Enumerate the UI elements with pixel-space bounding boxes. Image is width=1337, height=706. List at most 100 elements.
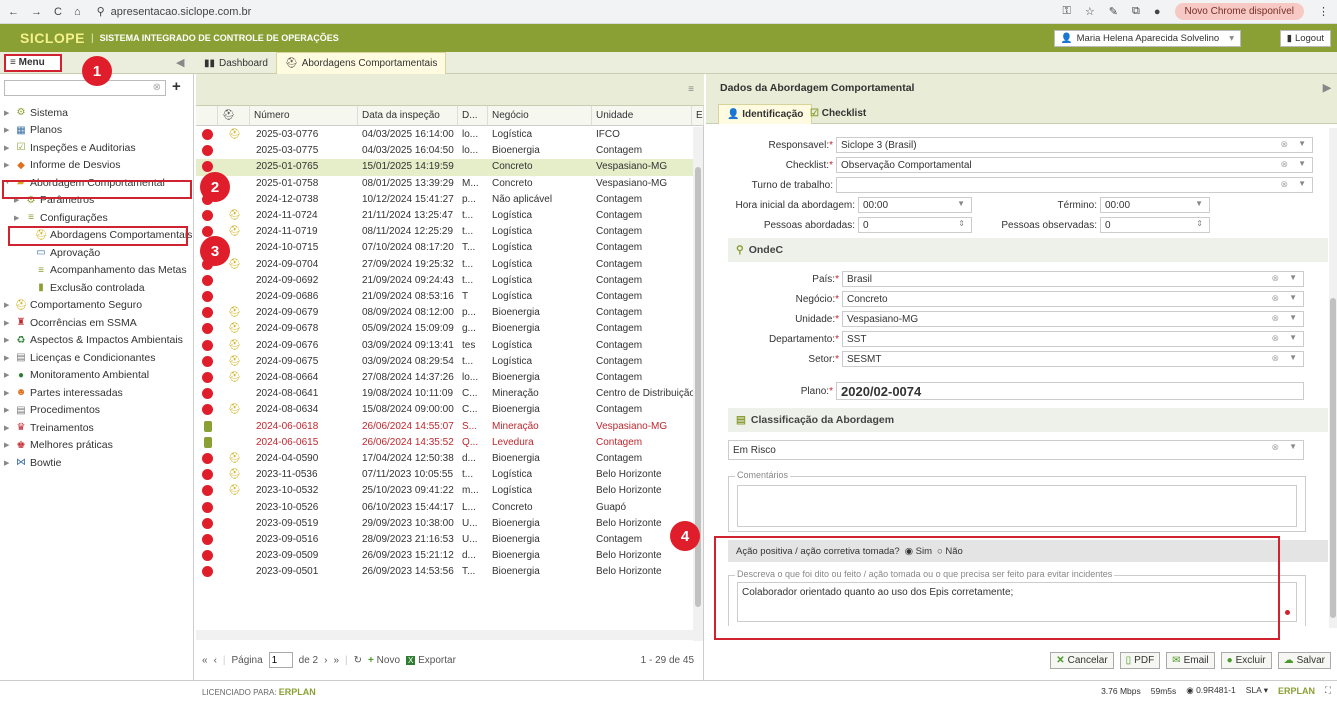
extensions-icon[interactable]: ⧉ — [1132, 5, 1140, 18]
expand-arrow-icon[interactable]: ▶ — [4, 336, 14, 344]
tab-dashboard[interactable]: ▮▮ Dashboard — [196, 52, 276, 74]
table-row[interactable]: 2023-09-0509 26/09/2023 15:21:12 d... Bioen… — [196, 548, 694, 564]
table-row[interactable]: ⛑ 2024-09-0675 03/09/2024 08:29:54 t... Logí… — [196, 354, 694, 370]
col-e[interactable]: E — [692, 106, 704, 126]
collapse-sidebar-icon[interactable]: ◀ — [176, 56, 184, 69]
clear-icon[interactable]: ⊗ — [1271, 333, 1279, 344]
termino-field[interactable]: 00:00 ▼ — [1100, 197, 1210, 213]
col-negocio[interactable]: Negócio — [488, 106, 592, 126]
table-row[interactable]: 2024-12-0738 10/12/2024 15:41:27 p... Não a… — [196, 192, 694, 208]
clear-icon[interactable]: ⊗ — [1271, 293, 1279, 304]
chevron-down-icon[interactable]: ▼ — [1298, 139, 1306, 148]
chevron-down-icon[interactable]: ▼ — [1289, 442, 1297, 451]
next-page-icon[interactable]: › — [324, 655, 327, 666]
turno-field[interactable]: ⊗ ▼ — [836, 177, 1313, 193]
sidebar-item[interactable]: ▶ ● Monitoramento Ambiental — [0, 367, 194, 385]
reload-icon[interactable]: C — [54, 6, 62, 18]
table-row[interactable]: 2023-09-0501 26/09/2023 14:53:56 T... Bioen… — [196, 564, 694, 580]
unidade-field[interactable]: Vespasiano-MG ⊗ ▼ — [842, 311, 1304, 327]
comentarios-textarea[interactable] — [737, 485, 1297, 527]
novo-button[interactable]: + Novo — [368, 655, 400, 666]
sidebar-item[interactable]: ▶ ⛑ Comportamento Seguro — [0, 297, 194, 315]
table-row[interactable]: ⛑ 2024-08-0664 27/08/2024 14:37:26 lo... Bio… — [196, 370, 694, 386]
chevron-down-icon[interactable]: ▼ — [1289, 353, 1297, 362]
checklist-field[interactable]: Observação Comportamental ⊗ ▼ — [836, 157, 1313, 173]
sidebar-item[interactable]: ▶ ≡ Configurações — [0, 209, 194, 227]
key-icon[interactable]: ⚿ — [1063, 5, 1071, 18]
table-row[interactable]: ⛑ 2025-03-0776 04/03/2025 16:14:00 lo... Log… — [196, 127, 694, 143]
pessoas-observadas-field[interactable]: 0 ⇕ — [1100, 217, 1210, 233]
chevron-down-icon[interactable]: ▼ — [1298, 159, 1306, 168]
stepper-icon[interactable]: ⇕ — [1196, 219, 1203, 228]
stepper-icon[interactable]: ⇕ — [958, 219, 965, 228]
tab-identificacao[interactable]: 👤 Identificação — [718, 104, 813, 124]
expand-arrow-icon[interactable]: ▶ — [4, 109, 14, 117]
table-row[interactable]: 2024-10-0715 07/10/2024 08:17:20 T... Logís… — [196, 240, 694, 256]
expand-arrow-icon[interactable]: ▶ — [4, 144, 14, 152]
plano-field[interactable]: 2020/02-0074 — [836, 382, 1304, 400]
table-row[interactable]: 2024-06-0618 26/06/2024 14:55:07 S... Miner… — [196, 419, 694, 435]
col-data[interactable]: Data da inspeção — [358, 106, 458, 126]
expand-arrow-icon[interactable]: ▶ — [4, 406, 14, 414]
expand-arrow-icon[interactable]: ▶ — [4, 441, 14, 449]
table-row[interactable]: ⛑ 2024-08-0634 15/08/2024 09:00:00 C... Bioe… — [196, 402, 694, 418]
sidebar-item[interactable]: ▶ ◆ Informe de Desvios — [0, 157, 194, 175]
expand-arrow-icon[interactable]: ▶ — [4, 161, 14, 169]
expand-arrow-icon[interactable]: ▶ — [4, 371, 14, 379]
menu-button[interactable]: ≡ Menu — [4, 54, 62, 72]
clear-icon[interactable]: ⊗ — [1280, 159, 1288, 170]
exportar-button[interactable]: X Exportar — [406, 655, 456, 666]
chevron-down-icon[interactable]: ▼ — [1289, 293, 1297, 302]
sidebar-item[interactable]: ▶ ♛ Treinamentos — [0, 419, 194, 437]
expand-arrow-icon[interactable]: ▶ — [4, 126, 14, 134]
fullscreen-icon[interactable]: ⛶ — [1325, 685, 1331, 696]
table-row[interactable]: 2023-10-0526 06/10/2023 15:44:17 L... Concr… — [196, 500, 694, 516]
tab-abordagens[interactable]: ⛑ Abordagens Comportamentais — [276, 52, 447, 74]
last-page-icon[interactable]: » — [333, 655, 339, 666]
profile-icon[interactable]: ● — [1154, 6, 1161, 18]
clear-icon[interactable]: ⊗ — [1271, 442, 1279, 453]
address-bar[interactable]: ⚲ apresentacao.siclope.com.br — [97, 5, 252, 19]
sidebar-item[interactable]: ≡ Acompanhamento das Metas — [0, 262, 194, 280]
table-row[interactable]: 2023-09-0516 28/09/2023 21:16:53 U... Bioen… — [196, 532, 694, 548]
sidebar-item[interactable]: ▶ ▦ Planos — [0, 122, 194, 140]
sidebar-search-input[interactable]: ⊗ — [4, 80, 166, 96]
table-row[interactable]: ⛑ 2024-04-0590 17/04/2024 12:50:38 d... Bioe… — [196, 451, 694, 467]
sidebar-item[interactable]: ▶ ☑ Inspeções e Auditorias — [0, 139, 194, 157]
chevron-down-icon[interactable]: ▼ — [1289, 313, 1297, 322]
col-d[interactable]: D... — [458, 106, 488, 126]
pen-icon[interactable]: ✎ — [1109, 5, 1118, 18]
user-menu[interactable]: 👤 Maria Helena Aparecida Solvelino ▾ — [1053, 30, 1241, 47]
sidebar-item[interactable]: ▶ ♚ Melhores práticas — [0, 437, 194, 455]
table-row[interactable]: 2025-01-0758 08/01/2025 13:39:29 M... Concr… — [196, 176, 694, 192]
classificacao-field[interactable]: Em Risco ⊗ ▼ — [728, 440, 1304, 460]
table-row[interactable]: 2024-08-0641 19/08/2024 10:11:09 C... Miner… — [196, 386, 694, 402]
table-row[interactable]: 2024-09-0686 21/09/2024 08:53:16 T Logístic… — [196, 289, 694, 305]
grid-vscroll[interactable] — [693, 127, 703, 641]
expand-arrow-icon[interactable]: ▶ — [14, 214, 24, 222]
negocio-field[interactable]: Concreto ⊗ ▼ — [842, 291, 1304, 307]
pais-field[interactable]: Brasil ⊗ ▼ — [842, 271, 1304, 287]
email-button[interactable]: ✉ Email — [1166, 651, 1215, 669]
chevron-down-icon[interactable]: ▼ — [1289, 273, 1297, 282]
expand-arrow-icon[interactable]: ▶ — [4, 354, 14, 362]
kebab-icon[interactable]: ⋮ — [1318, 5, 1329, 18]
pdf-button[interactable]: ▯ PDF — [1119, 651, 1161, 669]
clear-icon[interactable]: ⊗ — [1271, 273, 1279, 284]
table-row[interactable]: 2025-03-0775 04/03/2025 16:04:50 lo... Bioe… — [196, 143, 694, 159]
departamento-field[interactable]: SST ⊗ ▼ — [842, 331, 1304, 347]
grid-menu-icon[interactable]: ≡ — [688, 84, 694, 95]
sidebar-item[interactable]: ▶ ⚙ Sistema — [0, 104, 194, 122]
table-row[interactable]: 2025-01-0765 15/01/2025 14:19:59 Concreto V… — [196, 159, 694, 176]
table-row[interactable]: 2024-09-0692 21/09/2024 09:24:43 t... Logís… — [196, 273, 694, 289]
table-row[interactable]: 2024-06-0615 26/06/2024 14:35:52 Q... Leved… — [196, 435, 694, 451]
sidebar-item[interactable]: ▶ ☻ Partes interessadas — [0, 384, 194, 402]
col-numero[interactable]: Número — [250, 106, 358, 126]
table-row[interactable]: ⛑ 2023-10-0532 25/10/2023 09:41:22 m... Logí… — [196, 483, 694, 499]
forward-icon[interactable]: → — [31, 6, 42, 18]
setor-field[interactable]: SESMT ⊗ ▼ — [842, 351, 1304, 367]
expand-arrow-icon[interactable]: ▶ — [4, 424, 14, 432]
table-row[interactable]: ⛑ 2024-09-0678 05/09/2024 15:09:09 g... Bioe… — [196, 321, 694, 337]
chevron-down-icon[interactable]: ▼ — [1298, 179, 1306, 188]
sidebar-item[interactable]: ▮ Exclusão controlada — [0, 279, 194, 297]
